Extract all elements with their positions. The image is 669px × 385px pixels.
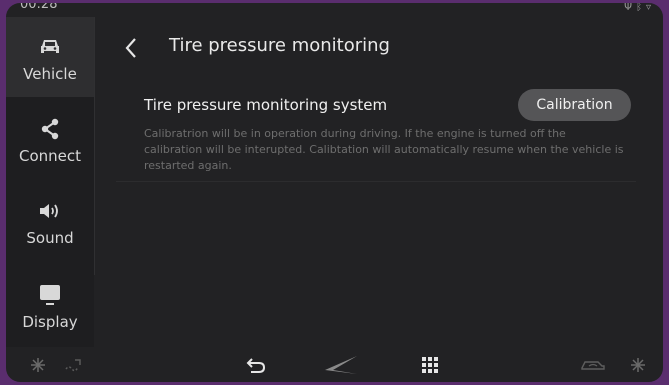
sidebar-item-sound[interactable]: Sound — [6, 181, 94, 261]
share-icon — [40, 113, 60, 145]
sidebar: Vehicle Connect Sound Display — [6, 17, 94, 347]
sidebar-item-display[interactable]: Display — [6, 265, 94, 345]
wifi-icon: ▿ — [645, 3, 655, 13]
setting-title: Tire pressure monitoring system — [144, 96, 388, 114]
sidebar-item-label: Connect — [18, 147, 82, 165]
status-bar: 00:28 Ψᛒ▿ — [6, 3, 663, 17]
sidebar-divider — [94, 17, 95, 275]
bluetooth-icon: ᛒ — [635, 3, 646, 13]
monitor-icon — [38, 279, 62, 311]
calibration-button[interactable]: Calibration — [518, 89, 631, 121]
apps-button[interactable] — [418, 353, 442, 377]
front-defrost-icon — [31, 358, 45, 372]
front-defrost-button[interactable] — [26, 353, 50, 377]
home-icon — [325, 356, 357, 374]
fan-icon — [631, 358, 645, 372]
home-button[interactable] — [318, 353, 364, 377]
back-icon — [246, 358, 266, 373]
back-nav-button[interactable] — [242, 353, 270, 377]
chevron-left-icon — [125, 38, 136, 58]
sidebar-item-label: Vehicle — [23, 65, 77, 83]
sidebar-item-label: Display — [22, 313, 78, 331]
car-icon — [39, 31, 61, 63]
apps-grid-icon — [422, 357, 438, 373]
rear-defrost-icon — [65, 359, 81, 372]
sidebar-item-label: Sound — [26, 229, 74, 247]
recirculation-icon — [581, 361, 605, 370]
status-icons: Ψᛒ▿ — [624, 3, 655, 13]
usb-icon: Ψ — [624, 3, 636, 13]
sidebar-item-vehicle[interactable]: Vehicle — [6, 17, 94, 97]
setting-description: Calibratrion will be in operation during… — [144, 127, 624, 172]
sidebar-item-connect[interactable]: Connect — [6, 99, 94, 179]
rear-defrost-button[interactable] — [60, 353, 86, 377]
back-button[interactable] — [120, 33, 144, 63]
speaker-icon — [38, 195, 62, 227]
content-divider — [116, 181, 636, 182]
fan-button[interactable] — [626, 353, 650, 377]
bottom-bar — [6, 347, 663, 382]
recirculation-button[interactable] — [578, 353, 608, 377]
screen: 00:28 Ψᛒ▿ Vehicle Connect Sound Display … — [6, 3, 663, 382]
clock: 00:28 — [20, 3, 58, 12]
page-title: Tire pressure monitoring — [169, 35, 390, 56]
